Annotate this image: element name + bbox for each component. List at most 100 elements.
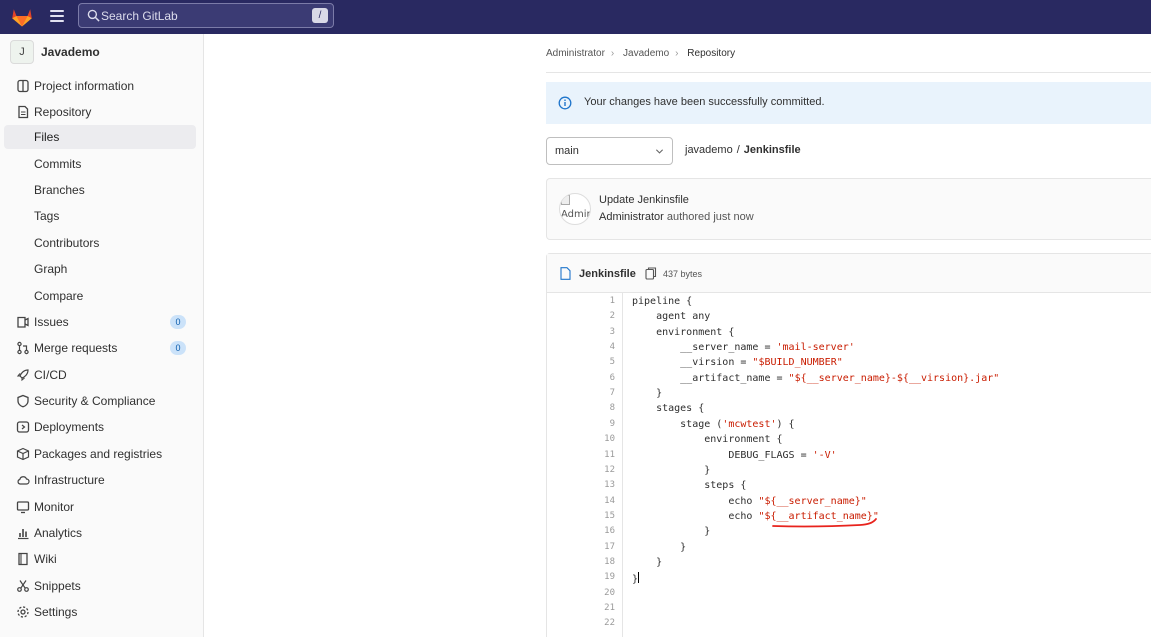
code-text: echo [632, 510, 759, 522]
code-string: 'mcwtest' [722, 418, 777, 430]
sidebar-item-label: Security & Compliance [34, 394, 156, 408]
code-text: environment { [632, 434, 783, 446]
search-icon [87, 9, 100, 22]
file-path: javademo / Jenkinsfile [685, 144, 801, 156]
code-line: DEBUG_FLAGS = '-V' [632, 449, 837, 461]
path-dir-link[interactable]: javademo [685, 144, 733, 156]
sidebar-item-infrastructure[interactable]: Infrastructure [4, 468, 196, 492]
breadcrumb-administrator[interactable]: Administrator [546, 48, 605, 59]
code-line: } [632, 557, 662, 568]
code-text: steps { [632, 480, 747, 492]
branch-dropdown[interactable]: main [546, 137, 673, 165]
line-number[interactable]: 10 [604, 434, 615, 444]
line-number[interactable]: 7 [610, 388, 615, 398]
menu-icon[interactable] [50, 10, 64, 22]
sidebar-item-snippets[interactable]: Snippets [4, 574, 196, 598]
annotation-underline [772, 518, 877, 528]
line-number[interactable]: 14 [604, 496, 615, 506]
line-number[interactable]: 13 [604, 480, 615, 490]
code-text: ) { [776, 418, 795, 430]
sidebar-item-tags[interactable]: Tags [4, 204, 196, 228]
sidebar-item-repository[interactable]: Repository [4, 100, 196, 124]
package-icon [16, 447, 30, 461]
code-line: stages { [632, 403, 704, 414]
sidebar-item-label: Commits [34, 157, 82, 171]
sidebar-item-monitor[interactable]: Monitor [4, 495, 196, 519]
sidebar-item-label: Files [34, 130, 60, 144]
line-number[interactable]: 9 [610, 419, 615, 429]
line-number[interactable]: 16 [604, 526, 615, 536]
line-number[interactable]: 21 [604, 603, 615, 613]
code-text: } [632, 556, 663, 568]
code-line: pipeline { [632, 296, 692, 307]
code-line: __virsion = "$BUILD_NUMBER" [632, 357, 843, 368]
code-line: } [632, 572, 640, 585]
sidebar-item-label: Branches [34, 183, 85, 197]
sidebar-item-deployments[interactable]: Deployments [4, 415, 196, 439]
sidebar-item-issues[interactable]: Issues 0 [4, 310, 196, 334]
commit-author[interactable]: Administrator [599, 211, 664, 223]
sidebar-item-label: Compare [34, 289, 84, 303]
breadcrumb-repository[interactable]: Repository [687, 48, 735, 59]
breadcrumb-javademo[interactable]: Javademo [623, 48, 669, 59]
project-avatar: J [10, 40, 34, 64]
sidebar-item-wiki[interactable]: Wiki [4, 547, 196, 571]
sidebar-item-packages-registries[interactable]: Packages and registries [4, 442, 196, 466]
code-line: environment { [632, 434, 783, 446]
code-string: '-V' [812, 449, 837, 461]
search-input[interactable]: Search GitLab / [78, 3, 334, 28]
sidebar-item-contributors[interactable]: Contributors [4, 231, 196, 255]
merge-request-icon [17, 341, 29, 355]
sidebar-item-merge-requests[interactable]: Merge requests 0 [4, 336, 196, 360]
line-number[interactable]: 5 [610, 357, 615, 367]
line-number[interactable]: 3 [610, 327, 615, 337]
code-text: } [632, 388, 663, 400]
avatar-alt-text: Admir [561, 209, 591, 220]
issues-count-badge: 0 [170, 315, 186, 329]
code-text: __artifact_name = [632, 372, 789, 384]
sidebar-item-ci-cd[interactable]: CI/CD [4, 363, 196, 387]
line-number[interactable]: 20 [604, 588, 615, 598]
sidebar-item-security-compliance[interactable]: Security & Compliance [4, 389, 196, 413]
sidebar-item-project-information[interactable]: Project information [4, 74, 196, 98]
line-number[interactable]: 17 [604, 542, 615, 552]
commit-title[interactable]: Update Jenkinsfile [599, 194, 689, 206]
success-alert: Your changes have been successfully comm… [546, 82, 1151, 124]
line-number[interactable]: 6 [610, 373, 615, 383]
copy-path-icon[interactable] [645, 267, 657, 280]
line-number[interactable]: 2 [610, 311, 615, 321]
sidebar-item-analytics[interactable]: Analytics [4, 521, 196, 545]
code-line: agent any [632, 311, 710, 322]
code-text: stage ( [632, 418, 723, 430]
line-number[interactable]: 18 [604, 557, 615, 567]
line-number[interactable]: 15 [604, 511, 615, 521]
line-number[interactable]: 1 [610, 296, 615, 306]
sidebar-item-commits[interactable]: Commits [4, 152, 196, 176]
code-text: DEBUG_FLAGS = [632, 449, 813, 461]
sidebar-item-graph[interactable]: Graph [4, 257, 196, 281]
code-area[interactable]: 1 2 3 4 5 6 7 8 9 10 11 12 13 14 15 16 17 18 19 20 21 22 pipe… [547, 293, 1151, 637]
sidebar-item-settings[interactable]: Settings [4, 600, 196, 624]
author-avatar[interactable]: Admir [559, 193, 591, 225]
code-text: echo [632, 495, 759, 507]
sidebar-item-label: Issues [34, 315, 69, 329]
line-number[interactable]: 12 [604, 465, 615, 475]
line-number[interactable]: 11 [604, 450, 615, 460]
gitlab-logo-icon[interactable] [10, 5, 34, 29]
sidebar-item-label: Infrastructure [34, 473, 105, 487]
last-commit-box: Admir Update Jenkinsfile Administrator a… [546, 178, 1151, 240]
document-icon [18, 105, 29, 119]
sidebar-item-files[interactable]: Files [4, 125, 196, 149]
sidebar: J Javademo Project information Repositor… [0, 34, 204, 637]
top-navbar: Search GitLab / [0, 0, 1151, 34]
line-number[interactable]: 22 [604, 618, 615, 628]
line-number[interactable]: 8 [610, 403, 615, 413]
deployments-icon [16, 421, 30, 433]
sidebar-item-compare[interactable]: Compare [4, 284, 196, 308]
line-number[interactable]: 4 [610, 342, 615, 352]
sidebar-item-label: Contributors [34, 236, 100, 250]
line-number[interactable]: 19 [604, 572, 615, 582]
project-name[interactable]: Javademo [41, 45, 100, 59]
sidebar-item-branches[interactable]: Branches [4, 178, 196, 202]
search-placeholder: Search GitLab [101, 9, 178, 23]
